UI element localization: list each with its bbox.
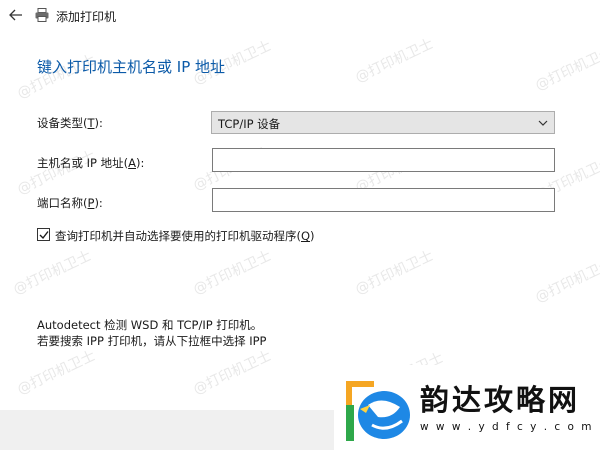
logo-name: 韵达攻略网: [420, 383, 581, 417]
logo-url: w w w . y d f c y . c o m: [420, 421, 594, 433]
watermark: @打印机卫士: [14, 147, 98, 198]
hostname-input[interactable]: [212, 148, 555, 172]
printer-icon: [35, 8, 49, 22]
query-printer-checkbox[interactable]: [37, 228, 50, 241]
bird-logo-icon: [346, 381, 410, 441]
hostname-label: 主机名或 IP 地址(A):: [37, 156, 145, 170]
watermark: @打印机卫士: [352, 247, 436, 298]
watermark: @打印机卫士: [14, 347, 98, 398]
watermark: @打印机卫士: [10, 247, 94, 298]
page-heading: 键入打印机主机名或 IP 地址: [37, 58, 226, 76]
window-title: 添加打印机: [56, 10, 117, 24]
back-arrow-icon: [9, 9, 22, 21]
site-logo: 韵达攻略网 w w w . y d f c y . c o m: [334, 365, 600, 450]
watermark: @打印机卫士: [190, 347, 274, 398]
port-name-label: 端口名称(P):: [37, 196, 103, 210]
check-icon: [39, 231, 49, 240]
chevron-down-icon: [538, 120, 548, 126]
port-name-input[interactable]: [212, 188, 555, 212]
back-button[interactable]: [4, 4, 28, 26]
info-text-autodetect: Autodetect 检测 WSD 和 TCP/IP 打印机。: [37, 318, 263, 332]
watermark: @打印机卫士: [532, 43, 600, 94]
device-type-value: TCP/IP 设备: [218, 117, 281, 131]
watermark: @打印机卫士: [532, 255, 600, 306]
title-bar: 添加打印机: [0, 0, 600, 32]
query-printer-label[interactable]: 查询打印机并自动选择要使用的打印机驱动程序(Q): [55, 228, 315, 244]
device-type-label: 设备类型(T):: [37, 116, 103, 130]
watermark: @打印机卫士: [352, 35, 436, 86]
watermark: @打印机卫士: [190, 247, 274, 298]
info-text-ipp: 若要搜索 IPP 打印机，请从下拉框中选择 IPP: [37, 334, 267, 348]
device-type-select[interactable]: TCP/IP 设备: [211, 111, 555, 134]
